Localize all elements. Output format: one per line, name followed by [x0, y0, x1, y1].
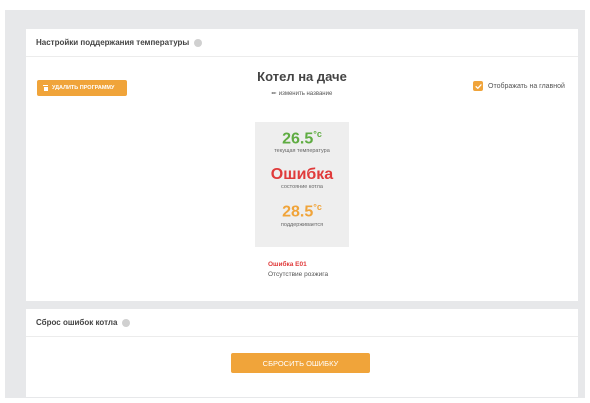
boiler-state-label: состояние котла	[281, 184, 323, 191]
boiler-state: Ошибка	[270, 166, 334, 184]
panel-header: Сброс ошибок котла	[26, 309, 578, 337]
delete-program-label: УДАЛИТЬ ПРОГРАММУ	[52, 85, 115, 91]
current-temperature-value: 26.5	[282, 130, 314, 148]
target-temperature-unit: °c	[313, 202, 322, 213]
rename-label: изменить название	[278, 91, 333, 97]
trash-icon	[43, 85, 48, 91]
error-code: Ошибка E01	[268, 261, 307, 268]
show-on-main-label: Отображать на главной	[488, 82, 565, 90]
status-card: 26.5°c текущая температура Ошибка состоя…	[255, 122, 349, 247]
current-temperature: 26.5°c	[255, 122, 349, 147]
error-description: Отсутствие розжига	[268, 271, 329, 278]
reset-error-label: СБРОСИТЬ ОШИБКУ	[262, 358, 339, 368]
help-icon[interactable]	[122, 318, 131, 327]
help-icon[interactable]	[194, 38, 203, 47]
rename-link[interactable]: ✎изменить название	[202, 89, 402, 98]
target-temperature-value: 28.5	[282, 203, 314, 221]
panel-header: Настройки поддержания температуры	[26, 29, 578, 57]
temperature-settings-panel: Настройки поддержания температуры УДАЛИТ…	[26, 29, 578, 301]
show-on-main-checkbox[interactable]	[473, 81, 483, 91]
current-temperature-unit: °c	[313, 129, 322, 139]
delete-program-button[interactable]: УДАЛИТЬ ПРОГРАММУ	[37, 80, 127, 96]
current-temperature-label: текущая температура	[274, 148, 330, 155]
panel-title: Сброс ошибок котла	[36, 318, 118, 327]
reset-errors-panel: Сброс ошибок котла СБРОСИТЬ ОШИБКУ	[26, 309, 578, 397]
check-icon	[474, 83, 482, 89]
target-temperature-label: поддерживается	[280, 221, 324, 228]
reset-error-button[interactable]: СБРОСИТЬ ОШИБКУ	[231, 353, 370, 373]
wrench-icon: ✎	[270, 89, 279, 98]
target-temperature: 28.5°c	[255, 203, 349, 220]
show-on-main-toggle[interactable]: Отображать на главной	[473, 81, 565, 91]
panel-title: Настройки поддержания температуры	[36, 38, 190, 47]
device-title: Котел на даче	[257, 69, 347, 84]
